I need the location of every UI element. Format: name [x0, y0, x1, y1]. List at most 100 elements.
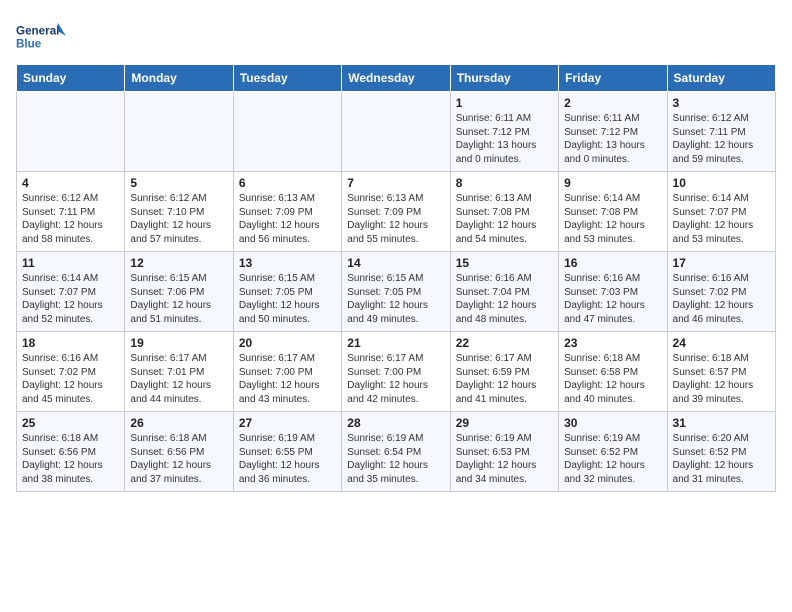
day-info: Sunrise: 6:18 AM Sunset: 6:56 PM Dayligh… [22, 432, 119, 486]
calendar-week-row: 1 Sunrise: 6:11 AM Sunset: 7:12 PM Daylig… [17, 92, 776, 172]
day-number: 24 [673, 336, 770, 350]
day-number: 3 [673, 96, 770, 110]
day-info: Sunrise: 6:17 AM Sunset: 7:00 PM Dayligh… [347, 352, 444, 406]
calendar-cell: 5Sunrise: 6:12 AM Sunset: 7:10 PM Daylig… [125, 172, 233, 252]
day-info: Sunrise: 6:12 AM Sunset: 7:11 PM Dayligh… [673, 112, 770, 166]
day-number: 2 [564, 96, 661, 110]
day-info: Sunrise: 6:19 AM Sunset: 6:53 PM Dayligh… [456, 432, 553, 486]
day-info: Sunrise: 6:19 AM Sunset: 6:52 PM Dayligh… [564, 432, 661, 486]
calendar-cell: 22 Sunrise: 6:17 AM Sunset: 6:59 PM Dayli… [450, 332, 558, 412]
day-info: Sunrise: 6:16 AM Sunset: 7:04 PM Dayligh… [456, 272, 553, 326]
day-info: Sunrise: 6:13 AM Sunset: 7:09 PM Dayligh… [347, 192, 444, 246]
weekday-header-friday: Friday [559, 65, 667, 92]
day-info: Sunrise: 6:17 AM Sunset: 7:01 PM Dayligh… [130, 352, 227, 406]
weekday-header-thursday: Thursday [450, 65, 558, 92]
calendar-cell [17, 92, 125, 172]
calendar-week-row: 25 Sunrise: 6:18 AM Sunset: 6:56 PM Dayli… [17, 412, 776, 492]
calendar-cell [342, 92, 450, 172]
calendar-cell: 30 Sunrise: 6:19 AM Sunset: 6:52 PM Dayli… [559, 412, 667, 492]
calendar-cell: 12 Sunrise: 6:15 AM Sunset: 7:06 PM Dayli… [125, 252, 233, 332]
day-info: Sunrise: 6:13 AM Sunset: 7:08 PM Dayligh… [456, 192, 553, 246]
calendar-cell: 26 Sunrise: 6:18 AM Sunset: 6:56 PM Dayli… [125, 412, 233, 492]
day-info: Sunrise: 6:15 AM Sunset: 7:05 PM Dayligh… [347, 272, 444, 326]
page-header: General Blue [16, 16, 776, 56]
calendar-cell: 28 Sunrise: 6:19 AM Sunset: 6:54 PM Dayli… [342, 412, 450, 492]
day-info: Sunrise: 6:12 AM Sunset: 7:11 PM Dayligh… [22, 192, 119, 246]
day-number: 30 [564, 416, 661, 430]
calendar-cell: 1 Sunrise: 6:11 AM Sunset: 7:12 PM Daylig… [450, 92, 558, 172]
day-number: 21 [347, 336, 444, 350]
day-number: 18 [22, 336, 119, 350]
calendar-cell: 19 Sunrise: 6:17 AM Sunset: 7:01 PM Dayli… [125, 332, 233, 412]
calendar-cell: 8Sunrise: 6:13 AM Sunset: 7:08 PM Daylig… [450, 172, 558, 252]
day-number: 17 [673, 256, 770, 270]
weekday-header-monday: Monday [125, 65, 233, 92]
day-number: 28 [347, 416, 444, 430]
day-info: Sunrise: 6:18 AM Sunset: 6:58 PM Dayligh… [564, 352, 661, 406]
calendar-cell: 3 Sunrise: 6:12 AM Sunset: 7:11 PM Daylig… [667, 92, 775, 172]
day-info: Sunrise: 6:19 AM Sunset: 6:55 PM Dayligh… [239, 432, 336, 486]
day-info: Sunrise: 6:16 AM Sunset: 7:02 PM Dayligh… [22, 352, 119, 406]
calendar-cell: 15 Sunrise: 6:16 AM Sunset: 7:04 PM Dayli… [450, 252, 558, 332]
calendar-cell [233, 92, 341, 172]
calendar-cell [125, 92, 233, 172]
day-info: Sunrise: 6:20 AM Sunset: 6:52 PM Dayligh… [673, 432, 770, 486]
day-info: Sunrise: 6:14 AM Sunset: 7:07 PM Dayligh… [673, 192, 770, 246]
day-number: 7 [347, 176, 444, 190]
day-number: 29 [456, 416, 553, 430]
calendar-cell: 11Sunrise: 6:14 AM Sunset: 7:07 PM Dayli… [17, 252, 125, 332]
svg-text:General: General [16, 24, 59, 37]
day-number: 15 [456, 256, 553, 270]
logo: General Blue [16, 16, 66, 56]
calendar-cell: 6Sunrise: 6:13 AM Sunset: 7:09 PM Daylig… [233, 172, 341, 252]
day-info: Sunrise: 6:18 AM Sunset: 6:56 PM Dayligh… [130, 432, 227, 486]
day-number: 1 [456, 96, 553, 110]
calendar-cell: 14Sunrise: 6:15 AM Sunset: 7:05 PM Dayli… [342, 252, 450, 332]
day-number: 13 [239, 256, 336, 270]
calendar-cell: 18 Sunrise: 6:16 AM Sunset: 7:02 PM Dayli… [17, 332, 125, 412]
calendar-cell: 2 Sunrise: 6:11 AM Sunset: 7:12 PM Daylig… [559, 92, 667, 172]
day-info: Sunrise: 6:11 AM Sunset: 7:12 PM Dayligh… [564, 112, 661, 166]
calendar-cell: 31 Sunrise: 6:20 AM Sunset: 6:52 PM Dayli… [667, 412, 775, 492]
logo-svg: General Blue [16, 16, 66, 56]
day-number: 12 [130, 256, 227, 270]
day-number: 10 [673, 176, 770, 190]
day-number: 26 [130, 416, 227, 430]
day-info: Sunrise: 6:17 AM Sunset: 6:59 PM Dayligh… [456, 352, 553, 406]
calendar-cell: 13Sunrise: 6:15 AM Sunset: 7:05 PM Dayli… [233, 252, 341, 332]
day-info: Sunrise: 6:11 AM Sunset: 7:12 PM Dayligh… [456, 112, 553, 166]
calendar-cell: 27 Sunrise: 6:19 AM Sunset: 6:55 PM Dayli… [233, 412, 341, 492]
day-number: 31 [673, 416, 770, 430]
calendar-week-row: 11Sunrise: 6:14 AM Sunset: 7:07 PM Dayli… [17, 252, 776, 332]
day-info: Sunrise: 6:14 AM Sunset: 7:07 PM Dayligh… [22, 272, 119, 326]
calendar-cell: 16Sunrise: 6:16 AM Sunset: 7:03 PM Dayli… [559, 252, 667, 332]
weekday-header-row: SundayMondayTuesdayWednesdayThursdayFrid… [17, 65, 776, 92]
calendar-cell: 25 Sunrise: 6:18 AM Sunset: 6:56 PM Dayli… [17, 412, 125, 492]
day-info: Sunrise: 6:16 AM Sunset: 7:03 PM Dayligh… [564, 272, 661, 326]
calendar-cell: 20Sunrise: 6:17 AM Sunset: 7:00 PM Dayli… [233, 332, 341, 412]
weekday-header-tuesday: Tuesday [233, 65, 341, 92]
day-number: 4 [22, 176, 119, 190]
svg-text:Blue: Blue [16, 38, 42, 51]
day-info: Sunrise: 6:17 AM Sunset: 7:00 PM Dayligh… [239, 352, 336, 406]
day-info: Sunrise: 6:19 AM Sunset: 6:54 PM Dayligh… [347, 432, 444, 486]
calendar-cell: 7 Sunrise: 6:13 AM Sunset: 7:09 PM Daylig… [342, 172, 450, 252]
day-number: 25 [22, 416, 119, 430]
weekday-header-wednesday: Wednesday [342, 65, 450, 92]
day-number: 27 [239, 416, 336, 430]
calendar-cell: 21 Sunrise: 6:17 AM Sunset: 7:00 PM Dayli… [342, 332, 450, 412]
calendar-cell: 9Sunrise: 6:14 AM Sunset: 7:08 PM Daylig… [559, 172, 667, 252]
weekday-header-sunday: Sunday [17, 65, 125, 92]
calendar-cell: 4 Sunrise: 6:12 AM Sunset: 7:11 PM Daylig… [17, 172, 125, 252]
day-number: 5 [130, 176, 227, 190]
calendar-cell: 23Sunrise: 6:18 AM Sunset: 6:58 PM Dayli… [559, 332, 667, 412]
calendar-cell: 17 Sunrise: 6:16 AM Sunset: 7:02 PM Dayli… [667, 252, 775, 332]
calendar-week-row: 18 Sunrise: 6:16 AM Sunset: 7:02 PM Dayli… [17, 332, 776, 412]
day-info: Sunrise: 6:16 AM Sunset: 7:02 PM Dayligh… [673, 272, 770, 326]
day-number: 6 [239, 176, 336, 190]
day-number: 19 [130, 336, 227, 350]
calendar-cell: 29 Sunrise: 6:19 AM Sunset: 6:53 PM Dayli… [450, 412, 558, 492]
day-number: 22 [456, 336, 553, 350]
day-info: Sunrise: 6:14 AM Sunset: 7:08 PM Dayligh… [564, 192, 661, 246]
day-info: Sunrise: 6:15 AM Sunset: 7:06 PM Dayligh… [130, 272, 227, 326]
